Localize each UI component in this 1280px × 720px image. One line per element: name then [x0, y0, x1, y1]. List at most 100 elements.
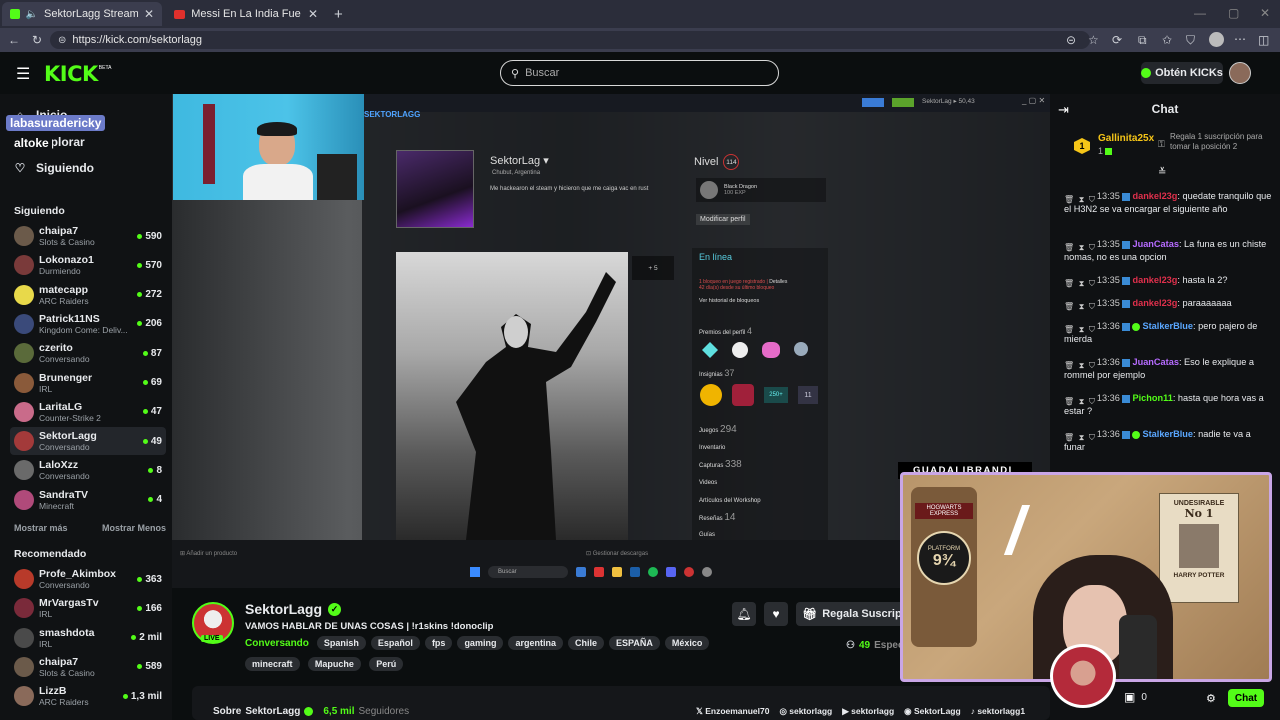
close-tab-icon[interactable]: ✕ [308, 7, 318, 21]
tag[interactable]: Mapuche [307, 657, 361, 671]
trash-icon[interactable]: 🗑︎ [1064, 241, 1074, 252]
sidebar-channel-chaipa7[interactable]: chaipa7 Slots & Casino 589 [10, 653, 166, 681]
timeout-icon[interactable]: ⧗ [1079, 193, 1085, 204]
maximize-icon[interactable]: ▢ [1228, 6, 1239, 20]
trash-icon[interactable]: 🗑︎ [1064, 193, 1074, 204]
shield-icon[interactable]: ⛉ [1186, 33, 1195, 48]
sidebar-channel-sektorlagg[interactable]: SektorLagg Conversando 49 [10, 427, 166, 456]
gifter-name[interactable]: Gallinita25x [1098, 133, 1154, 144]
tag[interactable]: gaming [457, 636, 504, 650]
message-username[interactable]: StalkerBlue [1142, 429, 1193, 439]
reader-icon[interactable]: ⊝ [1066, 33, 1076, 47]
send-chat-button[interactable]: Chat [1228, 689, 1264, 707]
close-window-icon[interactable]: ✕ [1260, 6, 1270, 20]
sidebar-channel-profe_akimbox[interactable]: Profe_Akimbox Conversando 363 [10, 565, 166, 593]
trash-icon[interactable]: 🗑︎ [1064, 395, 1074, 406]
trash-icon[interactable]: 🗑︎ [1064, 323, 1074, 334]
favorites-icon[interactable]: ✩ [1162, 33, 1172, 47]
follow-button[interactable]: ♥ [764, 602, 788, 626]
sidebar-channel-matecapp[interactable]: matecapp ARC Raiders 272 [10, 281, 166, 309]
show-less-link[interactable]: Mostrar Menos [102, 523, 166, 533]
message-username[interactable]: dankel23g [1132, 191, 1177, 201]
trash-icon[interactable]: 🗑︎ [1064, 359, 1074, 370]
show-more-link[interactable]: Mostrar más [14, 523, 68, 533]
gift-subs-button[interactable]: 🎁︎ Regala Suscripciones [796, 602, 906, 626]
ban-icon[interactable]: ⛉ [1089, 241, 1095, 252]
message-username[interactable]: JuanCatas [1132, 239, 1178, 249]
sidebar-channel-lokonazo1[interactable]: Lokonazo1 Durmiendo 570 [10, 251, 166, 279]
tag[interactable]: minecraft [245, 657, 300, 671]
browser-tab-youtube[interactable]: Messi En La India Fue Un Desastre ✕ [166, 2, 326, 26]
category-link[interactable]: Conversando [245, 638, 309, 649]
browser-tab-kick[interactable]: 🔈 SektorLagg Stream - Watch Li ✕ [2, 2, 162, 26]
ban-icon[interactable]: ⛉ [1089, 359, 1095, 370]
get-kicks-button[interactable]: Obtén KICKs [1141, 62, 1223, 84]
tag[interactable]: Español [370, 636, 420, 650]
tag[interactable]: México [664, 636, 710, 650]
search-input[interactable]: ⚲ Buscar [500, 60, 779, 86]
message-username[interactable]: StalkerBlue [1142, 321, 1193, 331]
sidebar-channel-czerito[interactable]: czerito Conversando 87 [10, 339, 166, 367]
more-menu-icon[interactable]: ⋯ [1234, 32, 1246, 46]
message-username[interactable]: Pichon11 [1132, 393, 1172, 403]
timeout-icon[interactable]: ⧗ [1079, 241, 1085, 252]
channel-name[interactable]: SektorLagg [245, 601, 322, 617]
trash-icon[interactable]: 🗑︎ [1064, 277, 1074, 288]
instagram-link[interactable]: ◎ sektorlagg [779, 706, 832, 717]
ban-icon[interactable]: ⛉ [1089, 277, 1095, 288]
trash-icon[interactable]: 🗑︎ [1064, 300, 1074, 311]
expand-pinned-icon[interactable]: ≚ [1158, 167, 1166, 178]
ban-icon[interactable]: ⛉ [1089, 193, 1095, 204]
sidebar-channel-mrvargastv[interactable]: MrVargasTv IRL 166 [10, 594, 166, 622]
tag[interactable]: Perú [369, 657, 404, 671]
close-tab-icon[interactable]: ✕ [144, 7, 154, 21]
tag[interactable]: fps [424, 636, 453, 650]
tag[interactable]: Chile [567, 636, 604, 650]
speaker-icon[interactable]: 🔈 [26, 9, 38, 20]
tag[interactable]: argentina [508, 636, 563, 650]
message-username[interactable]: dankel23g [1132, 298, 1177, 308]
sidebar-channel-smashdota[interactable]: smashdota IRL 2 mil [10, 624, 166, 652]
ban-icon[interactable]: ⛉ [1089, 300, 1095, 311]
sidebar-toggle-icon[interactable]: ◫ [1258, 33, 1269, 47]
reload-icon[interactable]: ↻ [32, 33, 42, 47]
address-field[interactable]: ⊜ https://kick.com/sektorlagg [50, 31, 1090, 49]
timeout-icon[interactable]: ⧗ [1079, 277, 1085, 288]
sidebar-channel-brunenger[interactable]: Brunenger IRL 69 [10, 369, 166, 397]
message-username[interactable]: JuanCatas [1132, 357, 1178, 367]
minimize-icon[interactable]: — [1194, 6, 1206, 20]
profile-avatar-icon[interactable] [1209, 32, 1224, 47]
kick-logo[interactable]: KICK BETA [44, 62, 111, 86]
message-username[interactable]: dankel23g [1132, 275, 1177, 285]
site-info-icon[interactable]: ⊜ [58, 35, 66, 46]
ban-icon[interactable]: ⛉ [1089, 395, 1095, 406]
hamburger-menu-icon[interactable]: ☰ [16, 64, 30, 84]
split-icon[interactable]: ⧉ [1138, 33, 1147, 48]
tag[interactable]: Spanish [316, 636, 366, 650]
sidebar-channel-patrick11ns[interactable]: Patrick11NS Kingdom Come: Deliv... 206 [10, 310, 166, 338]
new-tab-icon[interactable]: + [334, 6, 343, 23]
timeout-icon[interactable]: ⧗ [1079, 300, 1085, 311]
sidebar-channel-lizzb[interactable]: LizzB ARC Raiders 1,3 mil [10, 682, 166, 710]
timeout-icon[interactable]: ⧗ [1079, 431, 1085, 442]
timeout-icon[interactable]: ⧗ [1079, 323, 1085, 334]
notification-bell-button[interactable]: 🔔︎ [732, 602, 756, 626]
x-link[interactable]: 𝕏 Enzoemanuel70 [696, 706, 769, 717]
ban-icon[interactable]: ⛉ [1089, 323, 1095, 334]
timeout-icon[interactable]: ⧗ [1079, 395, 1085, 406]
sidebar-channel-chaipa7[interactable]: chaipa7 Slots & Casino 590 [10, 222, 166, 250]
chat-settings-icon[interactable]: ⚙ [1206, 692, 1216, 705]
sidebar-item-following[interactable]: ♡ Siguiendo [14, 161, 94, 175]
ban-icon[interactable]: ⛉ [1089, 431, 1095, 442]
sidebar-channel-laritalg[interactable]: LaritaLG Counter-Strike 2 47 [10, 398, 166, 426]
sidebar-channel-sandratv[interactable]: SandraTV Minecraft 4 [10, 486, 166, 514]
back-icon[interactable]: ← [8, 33, 20, 47]
youtube-link[interactable]: ▶ sektorlagg [842, 706, 894, 717]
favorite-icon[interactable]: ☆ [1088, 33, 1099, 47]
sidebar-channel-laloxzz[interactable]: LaloXzz Conversando 8 [10, 456, 166, 484]
trash-icon[interactable]: 🗑︎ [1064, 431, 1074, 442]
user-avatar[interactable] [1229, 62, 1251, 84]
tag[interactable]: ESPAÑA [608, 636, 660, 650]
extensions-icon[interactable]: ⟳ [1112, 33, 1122, 47]
timeout-icon[interactable]: ⧗ [1079, 359, 1085, 370]
